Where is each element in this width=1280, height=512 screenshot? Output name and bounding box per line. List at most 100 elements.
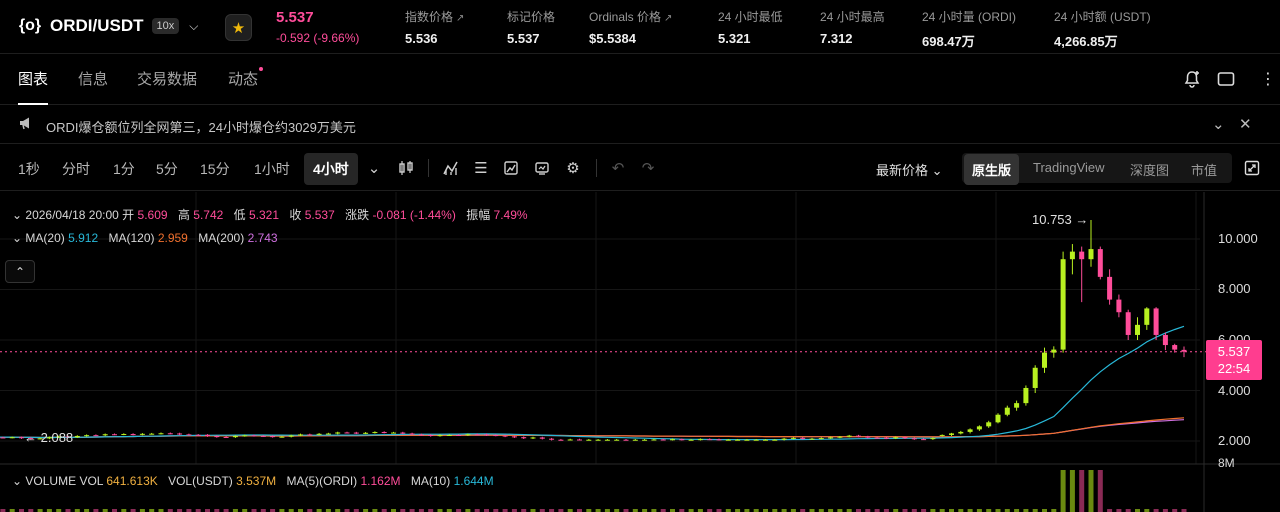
candle-body [484,434,489,436]
interval-15m[interactable]: 15分 [200,159,230,179]
view-tradingview[interactable]: TradingView [1033,160,1105,175]
legend-toggle-chevron-icon[interactable]: ⌄ [12,208,22,222]
candle-body [1051,349,1057,353]
volume-bar [1079,470,1085,512]
ma-toggle-chevron-icon[interactable]: ⌄ [12,231,22,245]
announcement-bar: ORDI爆仓额位列全网第三，24小时爆仓约3029万美元 ⌄ ✕ [0,106,1280,144]
candle-body [1107,276,1113,300]
candle-body [223,436,229,438]
interval-5m[interactable]: 5分 [156,159,178,179]
candle-body [567,439,573,441]
stat-index-price: 指数价格 ↗ 5.536 [405,8,464,46]
price-change: -0.592 (-9.66%) [276,31,360,45]
candle-body [1014,403,1020,408]
candle-body [735,439,741,441]
tab-chart[interactable]: 图表 [18,68,49,105]
undo-icon[interactable]: ↶ [608,158,628,178]
volume-bar [1088,470,1094,512]
candle-body [511,436,517,438]
candle-body [242,435,248,437]
candle-body [781,438,787,440]
close-icon[interactable]: ✕ [1239,115,1252,133]
price-source-select[interactable]: 最新价格 ⌄ [876,160,943,179]
more-vertical-icon[interactable]: ⋮ [1258,69,1278,89]
candle-date: 2026/04/18 20:00 [25,208,119,222]
external-link-icon[interactable]: ↗ [664,13,672,24]
tab-feed[interactable]: 动态 [228,67,264,89]
settings-gear-icon[interactable]: ⚙ [563,158,583,178]
drawing-tool-icon[interactable] [501,158,521,178]
candle-body [93,435,99,437]
stat-label: 24 小时额 (USDT) [1054,10,1151,24]
announcement-text[interactable]: ORDI爆仓额位列全网第三，24小时爆仓约3029万美元 [46,117,356,136]
candle-body [353,432,359,434]
candle-body [911,438,917,440]
window-icon[interactable] [1216,69,1236,89]
candle-body [139,433,145,435]
template-icon[interactable] [532,158,552,178]
stat-24h-volume: 24 小时量 (ORDI) 698.47万 [922,8,1016,50]
volume-toggle-chevron-icon[interactable]: ⌄ [12,474,22,488]
ma20-label: MA(20) [25,231,65,245]
high-marker-arrow-icon: → [1075,212,1089,227]
stat-value: 4,266.85万 [1054,34,1118,49]
stat-label: 24 小时量 (ORDI) [922,10,1017,24]
favorite-star-button[interactable]: ★ [225,14,252,41]
candle-body [763,439,768,441]
candle-body [372,432,378,434]
candle-body [1135,324,1140,335]
interval-1s[interactable]: 1秒 [18,159,40,179]
stat-value: $5.5384 [589,31,636,46]
candle-body [325,433,331,435]
candle-body [112,434,117,436]
candle-body [391,432,396,434]
vma5-label: MA(5)(ORDI) [286,474,358,488]
candle-body [251,435,257,437]
external-link-icon[interactable]: ↗ [456,13,464,24]
view-depth[interactable]: 深度图 [1130,160,1169,179]
price-chart[interactable]: ⌄ 2026/04/18 20:00 开 5.609 高 5.742 低 5.3… [0,192,1280,512]
interval-1m[interactable]: 1分 [113,159,135,179]
candle-body [1116,299,1122,313]
candle-type-icon[interactable] [396,158,416,178]
tab-trading-data[interactable]: 交易数据 [137,68,197,89]
candle-body [883,437,889,439]
pair-selector[interactable]: {o} ORDI/USDT 10x ⌵ [18,14,198,38]
close-label: 收 [289,208,302,222]
stat-ordinals-price: Ordinals 价格 ↗ $5.5384 [589,8,672,46]
candle-body [846,435,852,437]
ma200-value: 2.743 [247,231,278,245]
indicators-icon[interactable] [441,158,461,178]
stat-label: Ordinals 价格 [589,10,662,24]
megaphone-icon [18,116,34,134]
list-settings-icon[interactable]: ☰ [471,158,491,178]
redo-icon[interactable]: ↷ [638,158,658,178]
candle-body [437,435,443,437]
candle-body [502,435,508,437]
current-price-value: 5.537 [1217,344,1251,359]
view-native[interactable]: 原生版 [964,154,1020,185]
interval-dropdown-chevron-icon[interactable]: ⌄ [364,158,384,178]
ma200-line [0,419,1185,439]
interval-1h[interactable]: 1小时 [254,159,290,179]
collapse-legend-button[interactable]: ⌃ [5,260,35,283]
y-tick-label: 4.000 [1218,383,1251,398]
tab-info[interactable]: 信息 [78,68,108,89]
y-tick-label: 10.000 [1218,231,1258,246]
candle-body [949,433,954,435]
add-alert-icon[interactable] [1182,69,1202,89]
interval-4h[interactable]: 4小时 [304,153,358,185]
candle-body [632,439,638,441]
high-marker: 10.753 → [1032,212,1088,227]
vol-label: VOL [79,474,104,488]
candle-body [697,439,703,441]
candle-body [986,422,992,427]
fullscreen-icon[interactable] [1242,158,1262,178]
chevron-down-icon[interactable]: ⌵ [189,19,198,34]
view-market-cap[interactable]: 市值 [1191,160,1217,179]
candle-body [270,436,276,438]
interval-timeshare[interactable]: 分时 [62,159,90,179]
close-value: 5.537 [304,208,335,222]
candle-body [167,433,173,435]
expand-chevron-icon[interactable]: ⌄ [1212,115,1225,133]
